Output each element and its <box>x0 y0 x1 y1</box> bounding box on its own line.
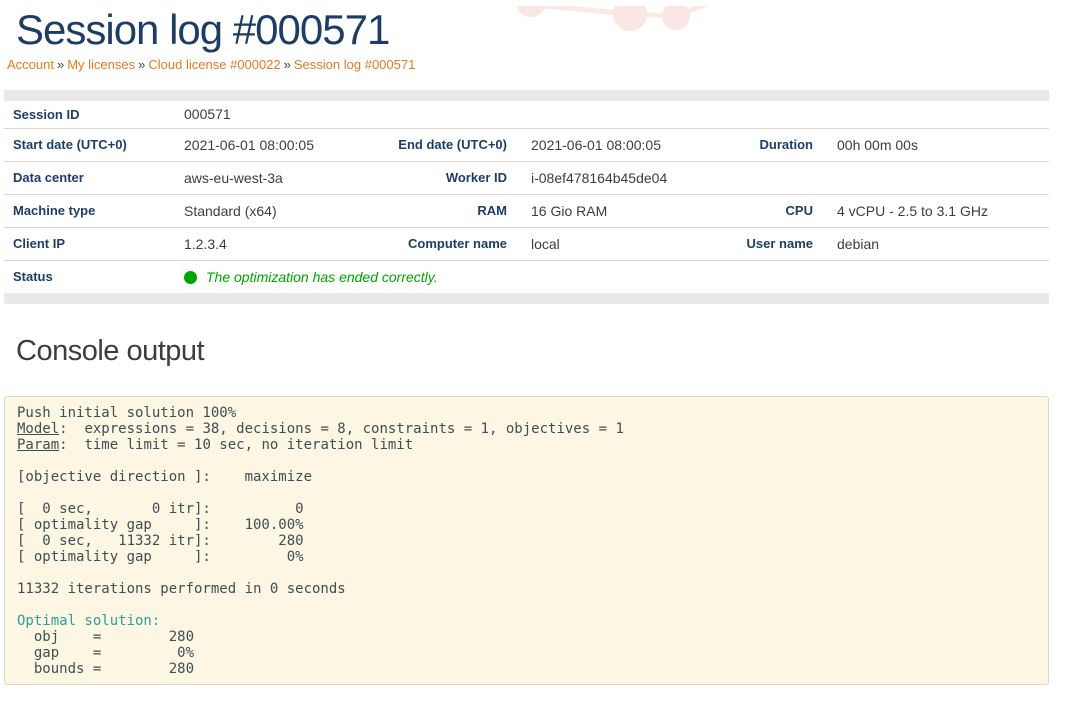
console-output-box: Push initial solution 100%Model: express… <box>4 396 1049 685</box>
console-text-segment: gap = 0% <box>17 645 194 661</box>
breadcrumb-link[interactable]: Account <box>7 57 54 72</box>
console-line: Model: expressions = 38, decisions = 8, … <box>17 421 1040 437</box>
console-text-segment: Push initial solution 100% <box>17 405 236 421</box>
field-value: 00h 00m 00s <box>829 128 1049 161</box>
console-text-segment: [ 0 sec, 11332 itr]: 280 <box>17 533 304 549</box>
session-details-table: Session ID000571Start date (UTC+0)2021-0… <box>4 101 1049 293</box>
table-row: Session ID000571 <box>4 101 1049 128</box>
console-text-segment: [ optimality gap ]: 100.00% <box>17 517 304 533</box>
field-value: i-08ef478164b45de04 <box>523 161 1049 194</box>
status-dot-icon <box>184 271 197 284</box>
field-label: Start date (UTC+0) <box>4 128 184 161</box>
breadcrumb: Account»My licenses»Cloud license #00002… <box>7 57 1065 72</box>
session-details: Session ID000571Start date (UTC+0)2021-0… <box>4 90 1049 304</box>
field-label: Machine type <box>4 194 184 227</box>
field-label: CPU <box>699 194 829 227</box>
field-label: RAM <box>334 194 523 227</box>
field-value: 1.2.3.4 <box>184 227 334 260</box>
status-text: The optimization has ended correctly. <box>206 269 438 285</box>
page-title: Session log #000571 <box>16 6 1065 54</box>
console-line: 11332 iterations performed in 0 seconds <box>17 581 1040 597</box>
console-line: [ optimality gap ]: 0% <box>17 549 1040 565</box>
console-text-segment: 11332 iterations performed in 0 seconds <box>17 581 346 597</box>
table-row: Status The optimization has ended correct… <box>4 260 1049 293</box>
console-link[interactable]: Param <box>17 437 59 453</box>
console-output-text: Push initial solution 100%Model: express… <box>5 397 1048 684</box>
field-label: Duration <box>699 128 829 161</box>
field-label: Computer name <box>334 227 523 260</box>
field-label: Client IP <box>4 227 184 260</box>
console-line: obj = 280 <box>17 629 1040 645</box>
field-label: Session ID <box>4 101 184 128</box>
console-text-segment: : expressions = 38, decisions = 8, const… <box>59 421 624 437</box>
breadcrumb-link[interactable]: Cloud license #000022 <box>148 57 280 72</box>
console-line <box>17 453 1040 469</box>
field-label: Worker ID <box>334 161 523 194</box>
table-row: Start date (UTC+0)2021-06-01 08:00:05End… <box>4 128 1049 161</box>
field-value: 2021-06-01 08:00:05 <box>523 128 699 161</box>
console-text-segment: obj = 280 <box>17 629 194 645</box>
console-text-segment: [ 0 sec, 0 itr]: 0 <box>17 501 304 517</box>
console-text-segment: [objective direction ]: maximize <box>17 469 312 485</box>
console-text-segment: bounds = 280 <box>17 661 194 677</box>
console-text-segment: : time limit = 10 sec, no iteration limi… <box>59 437 413 453</box>
table-row: Machine typeStandard (x64)RAM16 Gio RAMC… <box>4 194 1049 227</box>
console-line: [ 0 sec, 0 itr]: 0 <box>17 501 1040 517</box>
field-value: 16 Gio RAM <box>523 194 699 227</box>
console-text-segment: Optimal solution: <box>17 613 160 629</box>
field-label: User name <box>699 227 829 260</box>
table-row: Client IP1.2.3.4Computer namelocalUser n… <box>4 227 1049 260</box>
console-text-segment: [ optimality gap ]: 0% <box>17 549 304 565</box>
table-top-band <box>4 90 1049 101</box>
console-line: bounds = 280 <box>17 661 1040 677</box>
field-label: Status <box>4 260 184 293</box>
console-line <box>17 597 1040 613</box>
console-line: Push initial solution 100% <box>17 405 1040 421</box>
console-line <box>17 565 1040 581</box>
console-link[interactable]: Model <box>17 421 59 437</box>
table-row: Data centeraws-eu-west-3aWorker IDi-08ef… <box>4 161 1049 194</box>
breadcrumb-link[interactable]: Session log #000571 <box>294 57 415 72</box>
field-value: debian <box>829 227 1049 260</box>
breadcrumb-separator: » <box>135 57 148 72</box>
field-value: local <box>523 227 699 260</box>
console-line: [ 0 sec, 11332 itr]: 280 <box>17 533 1040 549</box>
field-value: aws-eu-west-3a <box>184 161 334 194</box>
field-value: 2021-06-01 08:00:05 <box>184 128 334 161</box>
field-label: End date (UTC+0) <box>334 128 523 161</box>
breadcrumb-separator: » <box>281 57 294 72</box>
console-output-heading: Console output <box>16 334 1065 368</box>
console-line: gap = 0% <box>17 645 1040 661</box>
console-line: [ optimality gap ]: 100.00% <box>17 517 1040 533</box>
field-value: 000571 <box>184 101 1049 128</box>
field-value: 4 vCPU - 2.5 to 3.1 GHz <box>829 194 1049 227</box>
breadcrumb-separator: » <box>54 57 67 72</box>
table-bottom-band <box>4 293 1049 304</box>
console-line: Optimal solution: <box>17 613 1040 629</box>
console-line: Param: time limit = 10 sec, no iteration… <box>17 437 1040 453</box>
field-value: Standard (x64) <box>184 194 334 227</box>
breadcrumb-link[interactable]: My licenses <box>67 57 135 72</box>
field-label: Data center <box>4 161 184 194</box>
console-line <box>17 485 1040 501</box>
console-line: [objective direction ]: maximize <box>17 469 1040 485</box>
status-value: The optimization has ended correctly. <box>184 260 1049 293</box>
